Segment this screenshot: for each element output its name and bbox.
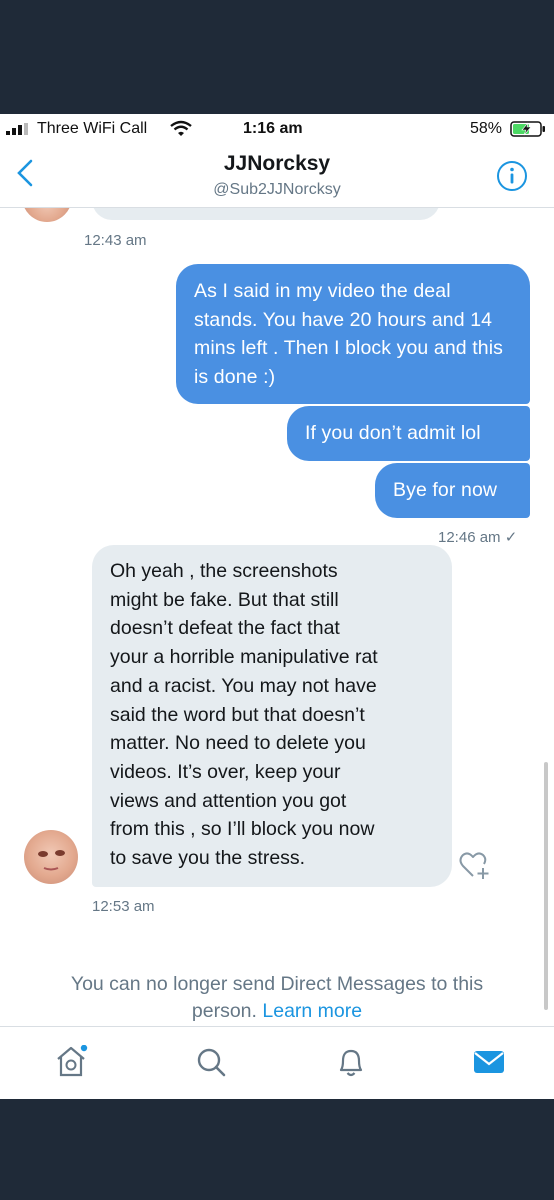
conversation-header: JJNorcksy @Sub2JJNorcksy	[0, 144, 554, 208]
outgoing-message[interactable]: Bye for now	[375, 463, 530, 518]
outgoing-message[interactable]: If you don’t admit lol	[287, 406, 530, 461]
signal-icon	[6, 123, 28, 135]
scrollbar[interactable]	[544, 762, 548, 1010]
previous-message-bubble	[92, 208, 440, 220]
battery-percent: 58%	[470, 120, 503, 137]
avatar[interactable]	[22, 208, 72, 222]
message-thread[interactable]: 12:43 am As I said in my video the deal …	[0, 208, 554, 1024]
contact-handle: @Sub2JJNorcksy	[213, 181, 341, 198]
learn-more-link[interactable]: Learn more	[262, 1000, 362, 1022]
outgoing-message[interactable]: As I said in my video the deal stands. Y…	[176, 264, 530, 404]
contact-name[interactable]: JJNorcksy	[0, 152, 554, 176]
messages-icon[interactable]	[472, 1045, 506, 1079]
avatar-face	[38, 850, 65, 871]
message-timestamp: 12:46 am ✓	[438, 529, 518, 546]
clock: 1:16 am	[243, 120, 303, 137]
home-icon[interactable]	[54, 1045, 88, 1079]
avatar[interactable]	[24, 830, 78, 884]
wifi-icon	[170, 120, 192, 136]
battery-charging-icon	[510, 121, 545, 137]
incoming-message[interactable]: Oh yeah , the screenshots might be fake.…	[92, 545, 452, 887]
add-reaction-heart-icon[interactable]	[458, 849, 492, 881]
phone-screen: Three WiFi Call 1:16 am 58% JJNorcksy @S…	[0, 114, 554, 1099]
info-icon[interactable]	[496, 160, 528, 192]
bottom-tab-bar	[0, 1026, 554, 1099]
dm-blocked-notice: You can no longer send Direct Messages t…	[0, 944, 554, 1024]
search-icon[interactable]	[194, 1045, 228, 1079]
carrier-label: Three WiFi Call	[37, 120, 148, 137]
message-timestamp: 12:53 am	[92, 898, 155, 915]
notifications-icon[interactable]	[334, 1045, 368, 1079]
message-timestamp: 12:43 am	[84, 232, 147, 249]
status-bar: Three WiFi Call 1:16 am 58%	[0, 114, 554, 144]
